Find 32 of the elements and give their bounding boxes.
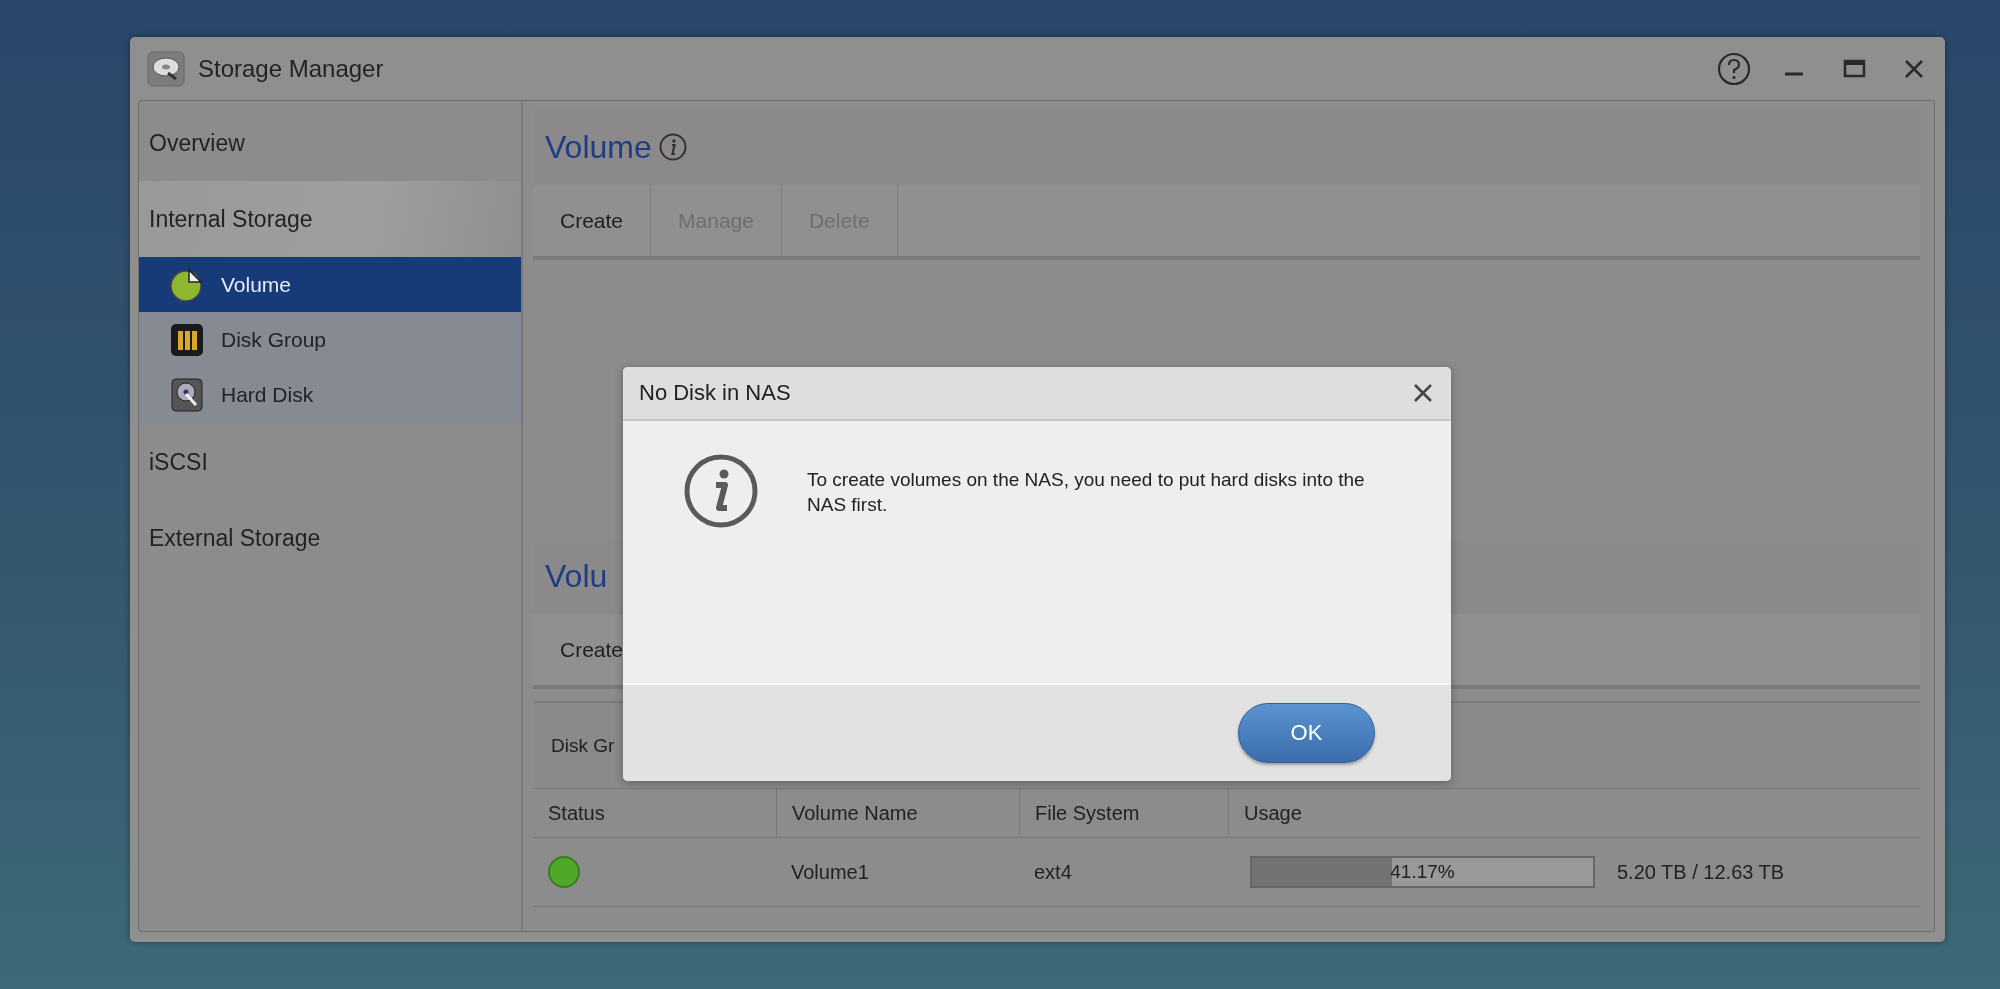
dialog-message: To create volumes on the NAS, you need to put hard disks into the NAS first.: [807, 468, 1366, 517]
toolbar-button[interactable]: Create: [533, 185, 652, 256]
column-header: Usage: [1228, 789, 1920, 837]
sidebar-item[interactable]: Overview: [139, 105, 521, 181]
column-header: Status: [547, 800, 606, 826]
panel-label: Disk Gr: [551, 734, 615, 757]
ok-button[interactable]: OK: [1238, 703, 1375, 763]
sidebar-subitem[interactable]: Disk Group: [139, 312, 521, 367]
pie-chart-icon: [169, 266, 205, 303]
column-header: Volume Name: [776, 789, 1019, 837]
section-title: Volume: [545, 128, 652, 166]
section-title: Volu: [545, 557, 608, 595]
sidebar-item[interactable]: iSCSI: [139, 424, 521, 500]
info-icon[interactable]: [657, 132, 688, 162]
help-icon[interactable]: [1717, 51, 1751, 86]
table-cell-text: ext4: [1033, 859, 1073, 885]
disk-group-icon: [169, 321, 205, 358]
info-icon: [683, 453, 759, 529]
usage-size: 5.20 TB / 12.63 TB: [1617, 860, 1785, 884]
hard-drive-icon: [146, 48, 186, 89]
column-header: File System: [1019, 789, 1228, 837]
sidebar-subitem-label: Volume: [221, 272, 292, 297]
usage-percent: 41.17%: [1390, 861, 1455, 883]
sidebar-item[interactable]: External Storage: [139, 500, 521, 576]
sidebar-subitem[interactable]: Volume: [139, 257, 521, 312]
window-title: Storage Manager: [198, 54, 385, 83]
sidebar-subitem-label: Hard Disk: [221, 382, 314, 407]
sidebar-subitem[interactable]: Hard Disk: [139, 367, 521, 422]
sidebar-item[interactable]: Internal Storage: [139, 181, 521, 257]
sidebar-subitem-label: Disk Group: [221, 327, 327, 352]
dialog-title: No Disk in NAS: [639, 380, 792, 406]
table-cell-text: Volume1: [790, 859, 870, 885]
